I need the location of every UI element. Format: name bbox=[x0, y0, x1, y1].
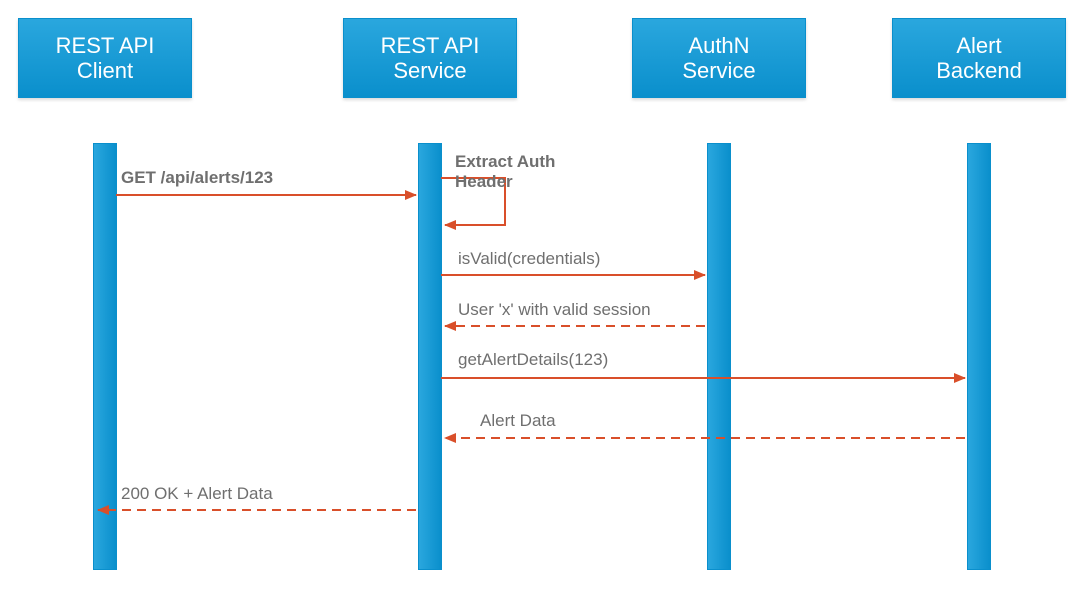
actor-label: AuthN Service bbox=[682, 33, 755, 84]
msg-response-200: 200 OK + Alert Data bbox=[121, 484, 273, 504]
actor-client: REST API Client bbox=[18, 18, 192, 98]
lifeline-backend bbox=[967, 143, 991, 570]
msg-is-valid: isValid(credentials) bbox=[458, 249, 600, 269]
actor-backend: Alert Backend bbox=[892, 18, 1066, 98]
sequence-diagram: REST API Client REST API Service AuthN S… bbox=[0, 0, 1082, 604]
msg-extract-header: Extract Auth Header bbox=[455, 152, 555, 192]
actor-authn: AuthN Service bbox=[632, 18, 806, 98]
msg-get-request: GET /api/alerts/123 bbox=[121, 168, 273, 188]
actor-label: REST API Service bbox=[381, 33, 480, 84]
lifeline-service bbox=[418, 143, 442, 570]
actor-label: Alert Backend bbox=[936, 33, 1022, 84]
msg-valid-session: User 'x' with valid session bbox=[458, 300, 651, 320]
lifeline-client bbox=[93, 143, 117, 570]
msg-alert-data: Alert Data bbox=[480, 411, 556, 431]
actor-service: REST API Service bbox=[343, 18, 517, 98]
msg-get-alert-details: getAlertDetails(123) bbox=[458, 350, 608, 370]
actor-label: REST API Client bbox=[56, 33, 155, 84]
lifeline-authn bbox=[707, 143, 731, 570]
